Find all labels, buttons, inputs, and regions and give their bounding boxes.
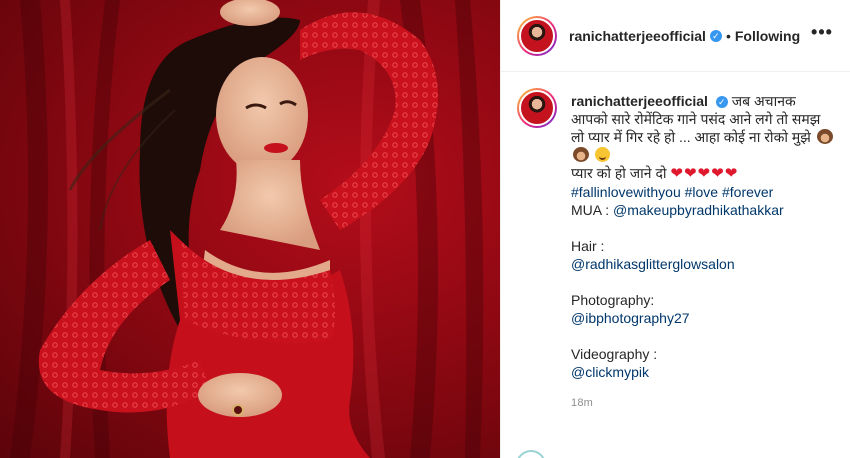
following-button[interactable]: Following	[735, 28, 800, 44]
videography-handle-link[interactable]: @clickmypik	[571, 363, 833, 381]
header-separator: •	[725, 27, 731, 44]
post-image-illustration	[10, 0, 484, 458]
mua-label: MUA :	[571, 202, 614, 218]
post-side-panel: ranichatterjeeofficial ✓ • Following •••…	[500, 0, 850, 458]
caption-avatar-image	[519, 90, 555, 126]
photography-label: Photography:	[571, 292, 655, 308]
post-timestamp[interactable]: 18m	[571, 394, 833, 412]
more-options-icon[interactable]: •••	[810, 23, 834, 46]
caption-line-2: प्यार को हो जाने दो	[571, 165, 667, 181]
profile-avatar[interactable]	[517, 15, 557, 56]
caption-comment: ranichatterjeeofficial ✓ जब अचानक आपको स…	[501, 72, 850, 412]
hashtag-link[interactable]: #forever	[722, 184, 773, 200]
header-username[interactable]: ranichatterjeeofficial	[569, 28, 706, 44]
verified-badge-icon: ✓	[709, 29, 722, 42]
photography-handle-link[interactable]: @ibphotography27	[571, 309, 833, 327]
mua-handle-link[interactable]: @makeupbyradhikathakkar	[613, 202, 784, 218]
red-hearts-icon: ❤❤❤❤❤	[670, 165, 739, 182]
hair-label: Hair :	[571, 238, 605, 254]
hashtag-link[interactable]: #fallinlovewithyou	[571, 184, 681, 200]
see-no-evil-monkey-icon	[816, 129, 833, 144]
videography-label: Videography :	[571, 346, 658, 362]
hashtag-link[interactable]: #love	[685, 184, 718, 200]
avatar-image	[519, 17, 555, 54]
post-header: ranichatterjeeofficial ✓ • Following •••	[501, 0, 850, 72]
winking-tongue-emoji-icon	[594, 147, 610, 162]
caption-avatar[interactable]	[517, 88, 557, 128]
hair-handle-link[interactable]: @radhikasglitterglowsalon	[571, 255, 833, 273]
caption-username[interactable]: ranichatterjeeofficial	[571, 93, 708, 109]
caption-text: ranichatterjeeofficial ✓ जब अचानक आपको स…	[571, 92, 833, 412]
post-photo[interactable]	[0, 0, 500, 458]
see-no-evil-monkey-icon	[573, 147, 589, 162]
caption-verified-badge-icon: ✓	[715, 96, 728, 108]
